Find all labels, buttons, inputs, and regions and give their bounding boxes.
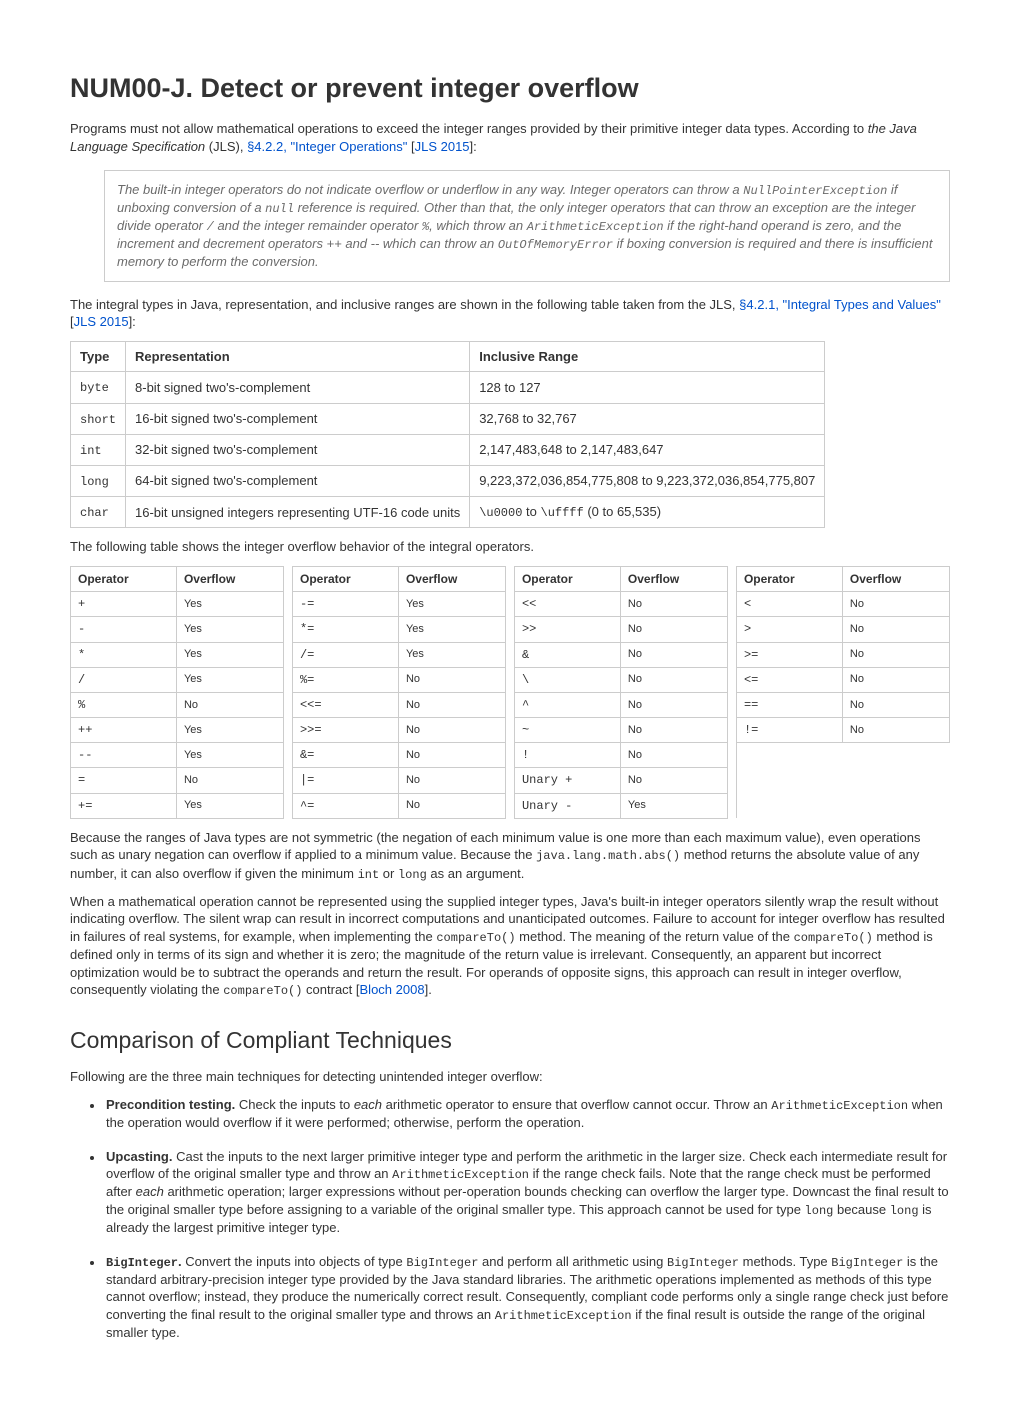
types-th-type: Type xyxy=(71,341,126,372)
table-row: =No|=NoUnary +No xyxy=(71,768,950,793)
table-row: short16-bit signed two's-complement32,76… xyxy=(71,403,825,434)
table-row: -Yes*=Yes>>No>No xyxy=(71,617,950,642)
ops-table: OperatorOverflowOperatorOverflowOperator… xyxy=(70,566,950,819)
types-th-range: Inclusive Range xyxy=(470,341,825,372)
link-bloch-2008[interactable]: Bloch 2008 xyxy=(360,982,425,997)
page-title: NUM00-J. Detect or prevent integer overf… xyxy=(70,70,950,106)
table-row: +Yes-=Yes<<No<No xyxy=(71,592,950,617)
table-row: *Yes/=Yes&No>=No xyxy=(71,642,950,667)
link-jls-2015-a[interactable]: JLS 2015 xyxy=(415,139,470,154)
table-row: long64-bit signed two's-complement9,223,… xyxy=(71,466,825,497)
para-symmetry: Because the ranges of Java types are not… xyxy=(70,829,950,883)
table-row: int32-bit signed two's-complement2,147,4… xyxy=(71,434,825,465)
link-jls-422[interactable]: §4.2.2, "Integer Operations" xyxy=(247,139,407,154)
section-comparison: Comparison of Compliant Techniques xyxy=(70,1025,950,1056)
table-row: --Yes&=No!No xyxy=(71,743,950,768)
types-th-repr: Representation xyxy=(126,341,470,372)
technique-upcasting: Upcasting. Cast the inputs to the next l… xyxy=(104,1148,950,1237)
table-row: +=Yes^=NoUnary -Yes xyxy=(71,793,950,818)
table-row: byte8-bit signed two's-complement128 to … xyxy=(71,372,825,403)
intro-paragraph: Programs must not allow mathematical ope… xyxy=(70,120,950,155)
table-row: %No<<=No^No==No xyxy=(71,692,950,717)
technique-precondition: Precondition testing. Check the inputs t… xyxy=(104,1096,950,1132)
link-jls-2015-b[interactable]: JLS 2015 xyxy=(74,314,129,329)
ops-intro: The following table shows the integer ov… xyxy=(70,538,950,556)
table-row: /Yes%=No\No<=No xyxy=(71,667,950,692)
table-row: ++Yes>>=No~No!=No xyxy=(71,718,950,743)
spec-quote: The built-in integer operators do not in… xyxy=(104,170,950,282)
link-jls-421[interactable]: §4.2.1, "Integral Types and Values" xyxy=(739,297,941,312)
types-table: Type Representation Inclusive Range byte… xyxy=(70,341,825,528)
technique-biginteger: BigInteger. Convert the inputs into obje… xyxy=(104,1253,950,1342)
types-intro: The integral types in Java, representati… xyxy=(70,296,950,331)
techniques-intro: Following are the three main techniques … xyxy=(70,1068,950,1086)
table-row: char16-bit unsigned integers representin… xyxy=(71,497,825,528)
para-wrap: When a mathematical operation cannot be … xyxy=(70,893,950,1000)
techniques-list: Precondition testing. Check the inputs t… xyxy=(84,1096,950,1342)
